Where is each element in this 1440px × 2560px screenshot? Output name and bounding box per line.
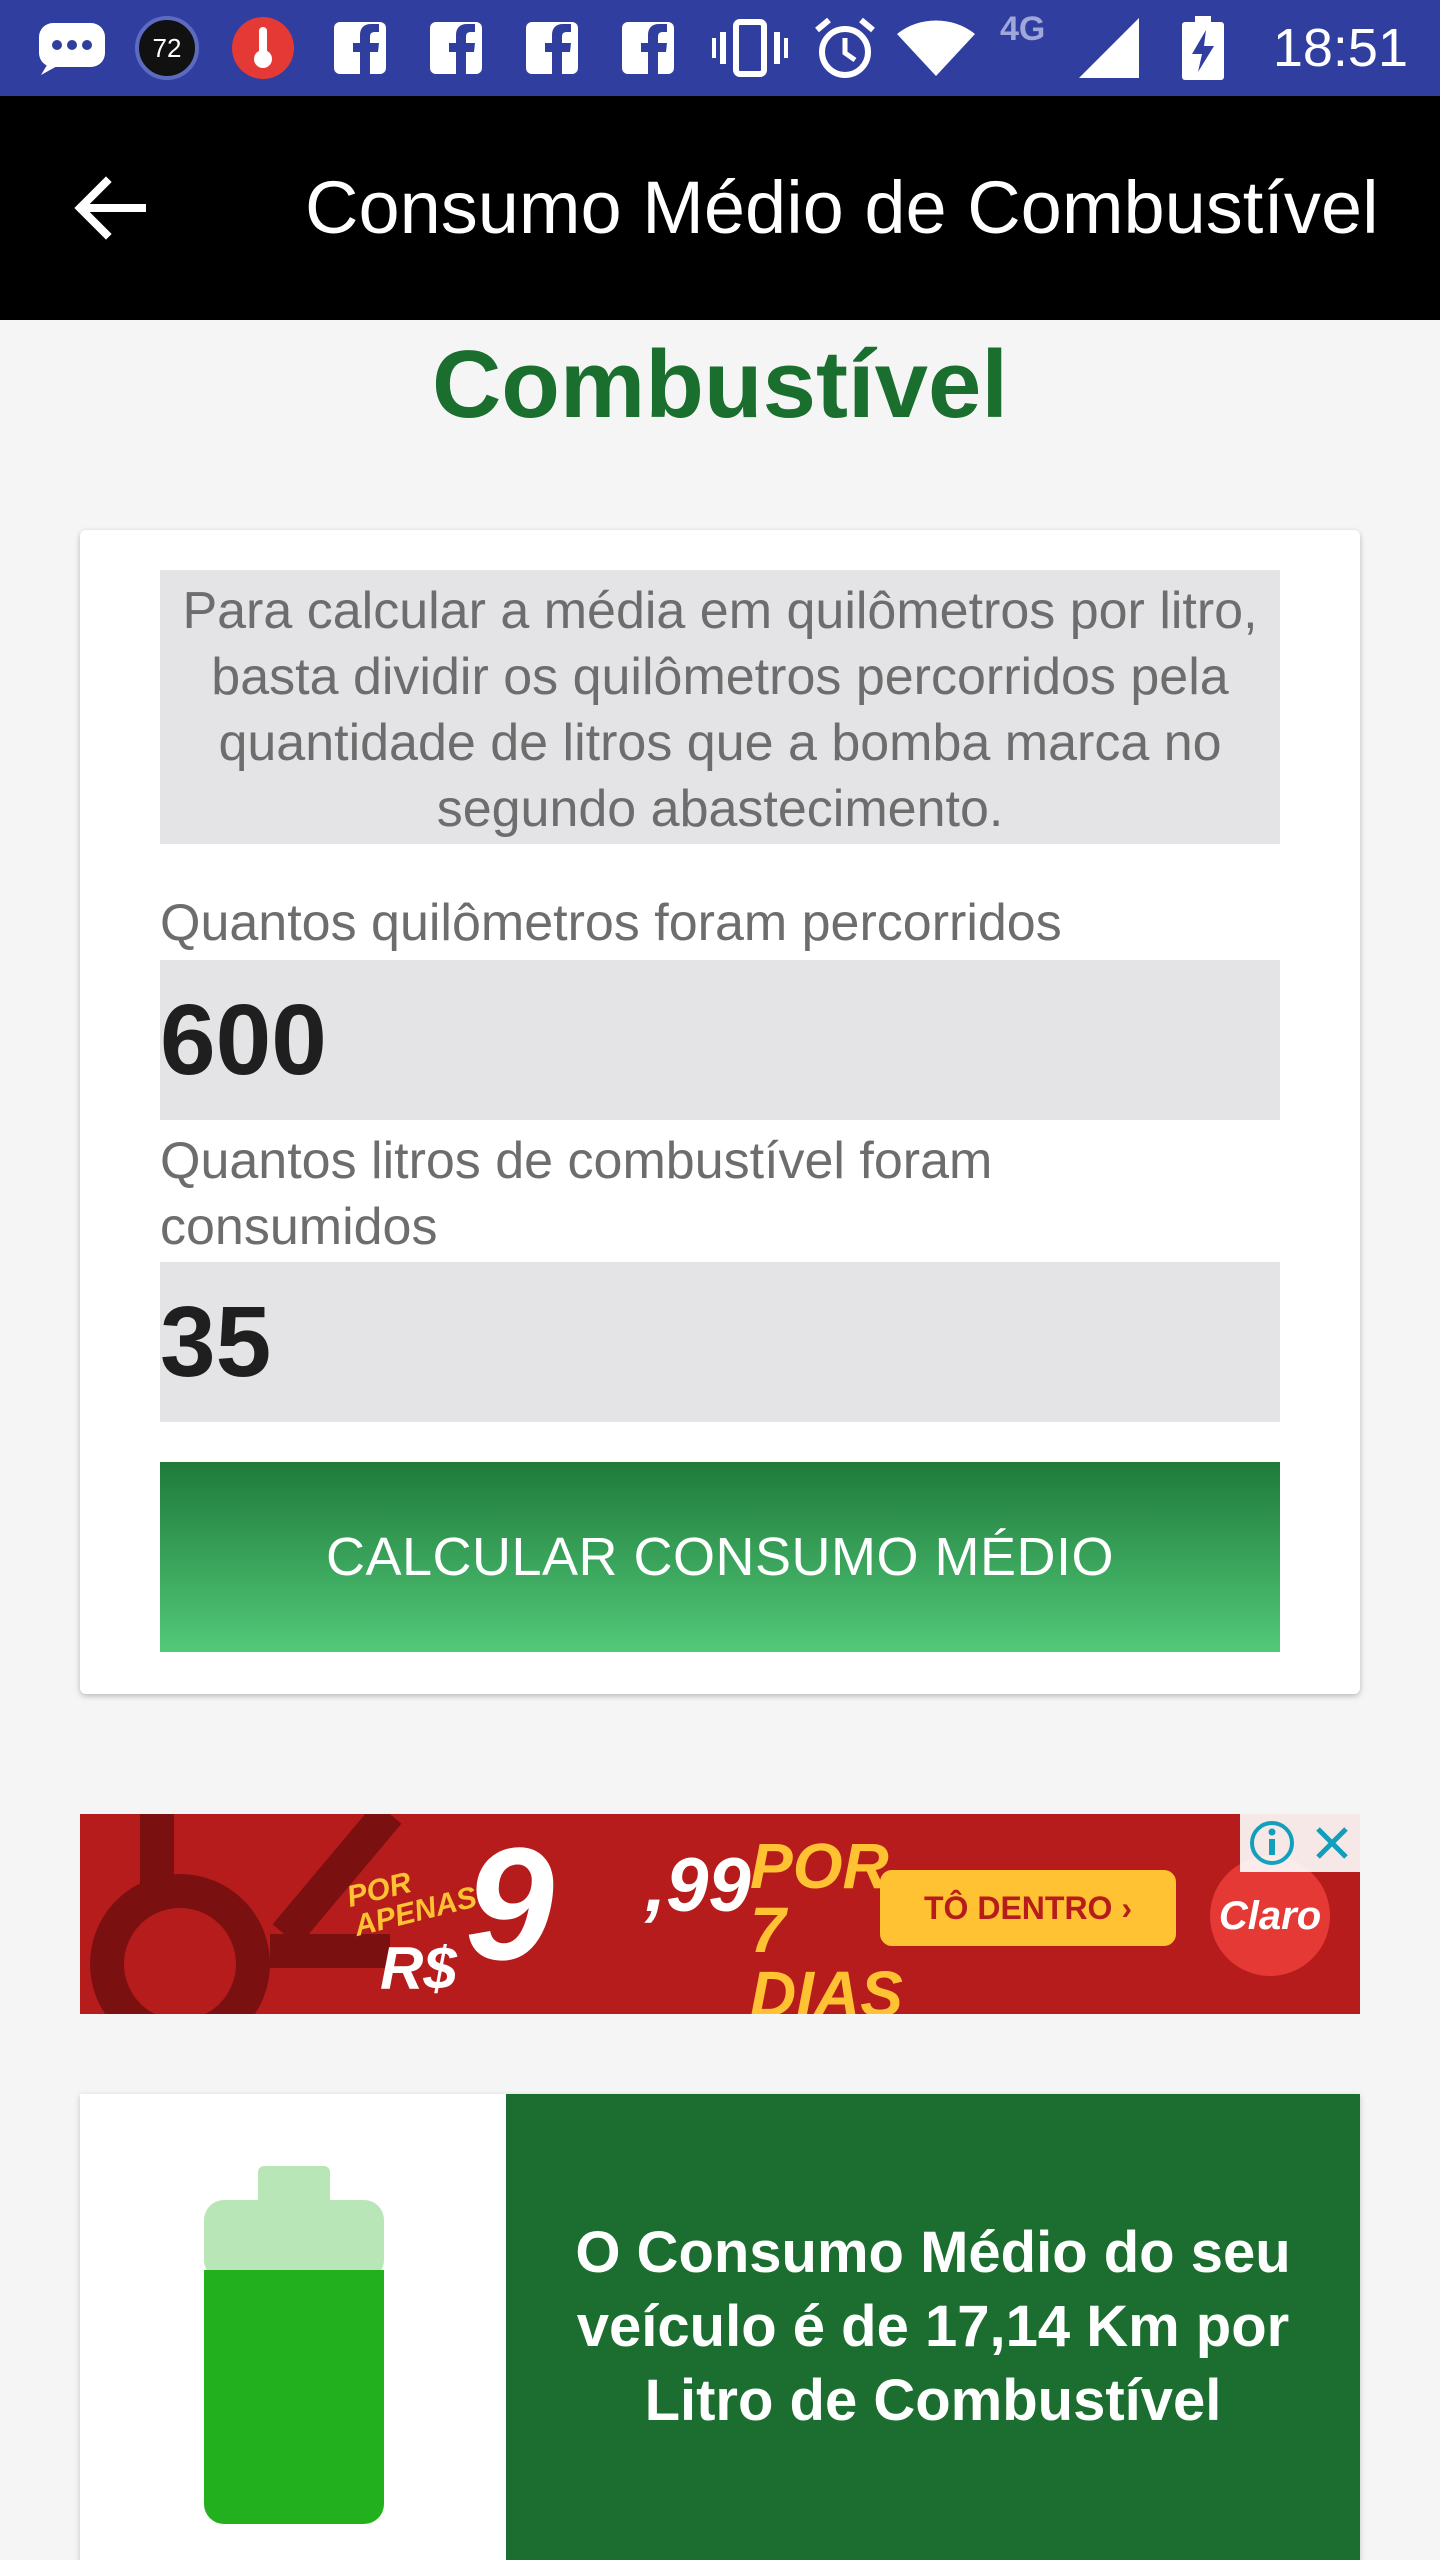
result-text: O Consumo Médio do seu veículo é de 17,1… xyxy=(575,2220,1291,2433)
liters-input[interactable] xyxy=(160,1262,1280,1422)
wifi-icon xyxy=(896,18,976,78)
arrow-left-icon xyxy=(74,176,146,240)
svg-text:72: 72 xyxy=(153,33,182,63)
thermometer-icon xyxy=(228,17,298,79)
ad-banner[interactable]: POR APENAS R$ 9 ,99 POR 7 DIAS TÔ DENTRO… xyxy=(80,1814,1360,2014)
toolbar-title: Consumo Médio de Combustível xyxy=(305,166,1379,249)
ad-controls xyxy=(1240,1814,1360,1872)
facebook-icon xyxy=(426,18,486,78)
count-badge-icon: 72 xyxy=(132,16,202,80)
ad-decoration xyxy=(90,1874,270,2014)
calculate-button[interactable]: CALCULAR CONSUMO MÉDIO xyxy=(160,1462,1280,1652)
close-icon[interactable] xyxy=(1312,1823,1352,1863)
clock: 18:51 xyxy=(1272,18,1408,78)
info-icon[interactable] xyxy=(1248,1819,1296,1867)
ad-cta-button[interactable]: TÔ DENTRO › xyxy=(880,1870,1176,1946)
ad-por-apenas: POR APENAS xyxy=(343,1866,481,1943)
result-panel: O Consumo Médio do seu veículo é de 17,1… xyxy=(506,2094,1360,2560)
alarm-icon xyxy=(812,17,878,78)
facebook-icon xyxy=(330,18,390,78)
ad-price-cents: ,99 xyxy=(645,1843,751,1928)
signal-icon xyxy=(1078,18,1140,78)
battery-charging-icon xyxy=(1178,16,1228,80)
ad-currency: R$ xyxy=(380,1935,457,2002)
km-input[interactable] xyxy=(160,960,1280,1120)
result-card: O Consumo Médio do seu veículo é de 17,1… xyxy=(80,2094,1360,2560)
page-heading: Combustível xyxy=(431,331,1009,438)
messages-icon xyxy=(36,18,108,78)
facebook-icon xyxy=(618,18,678,78)
ad-decoration xyxy=(140,1814,174,1894)
ad-brand-logo: Claro xyxy=(1210,1856,1330,1976)
battery-icon xyxy=(204,2166,384,2524)
vibrate-icon xyxy=(712,18,788,78)
info-text: Para calcular a média em quilômetros por… xyxy=(160,570,1280,844)
app-toolbar: Consumo Médio de Combustível xyxy=(0,96,1440,320)
back-button[interactable] xyxy=(60,158,160,258)
ad-price: 9 xyxy=(465,1814,554,1993)
km-label: Quantos quilômetros foram percorridos xyxy=(160,894,1062,952)
facebook-icon xyxy=(522,18,582,78)
result-icon-area xyxy=(80,2094,506,2560)
liters-label: Quantos litros de combustível foram cons… xyxy=(160,1132,993,1256)
network-type-label: 4G xyxy=(1000,10,1046,48)
calculator-card: Para calcular a média em quilômetros por… xyxy=(80,530,1360,1694)
status-bar: 72 4G 18:51 xyxy=(0,0,1440,96)
